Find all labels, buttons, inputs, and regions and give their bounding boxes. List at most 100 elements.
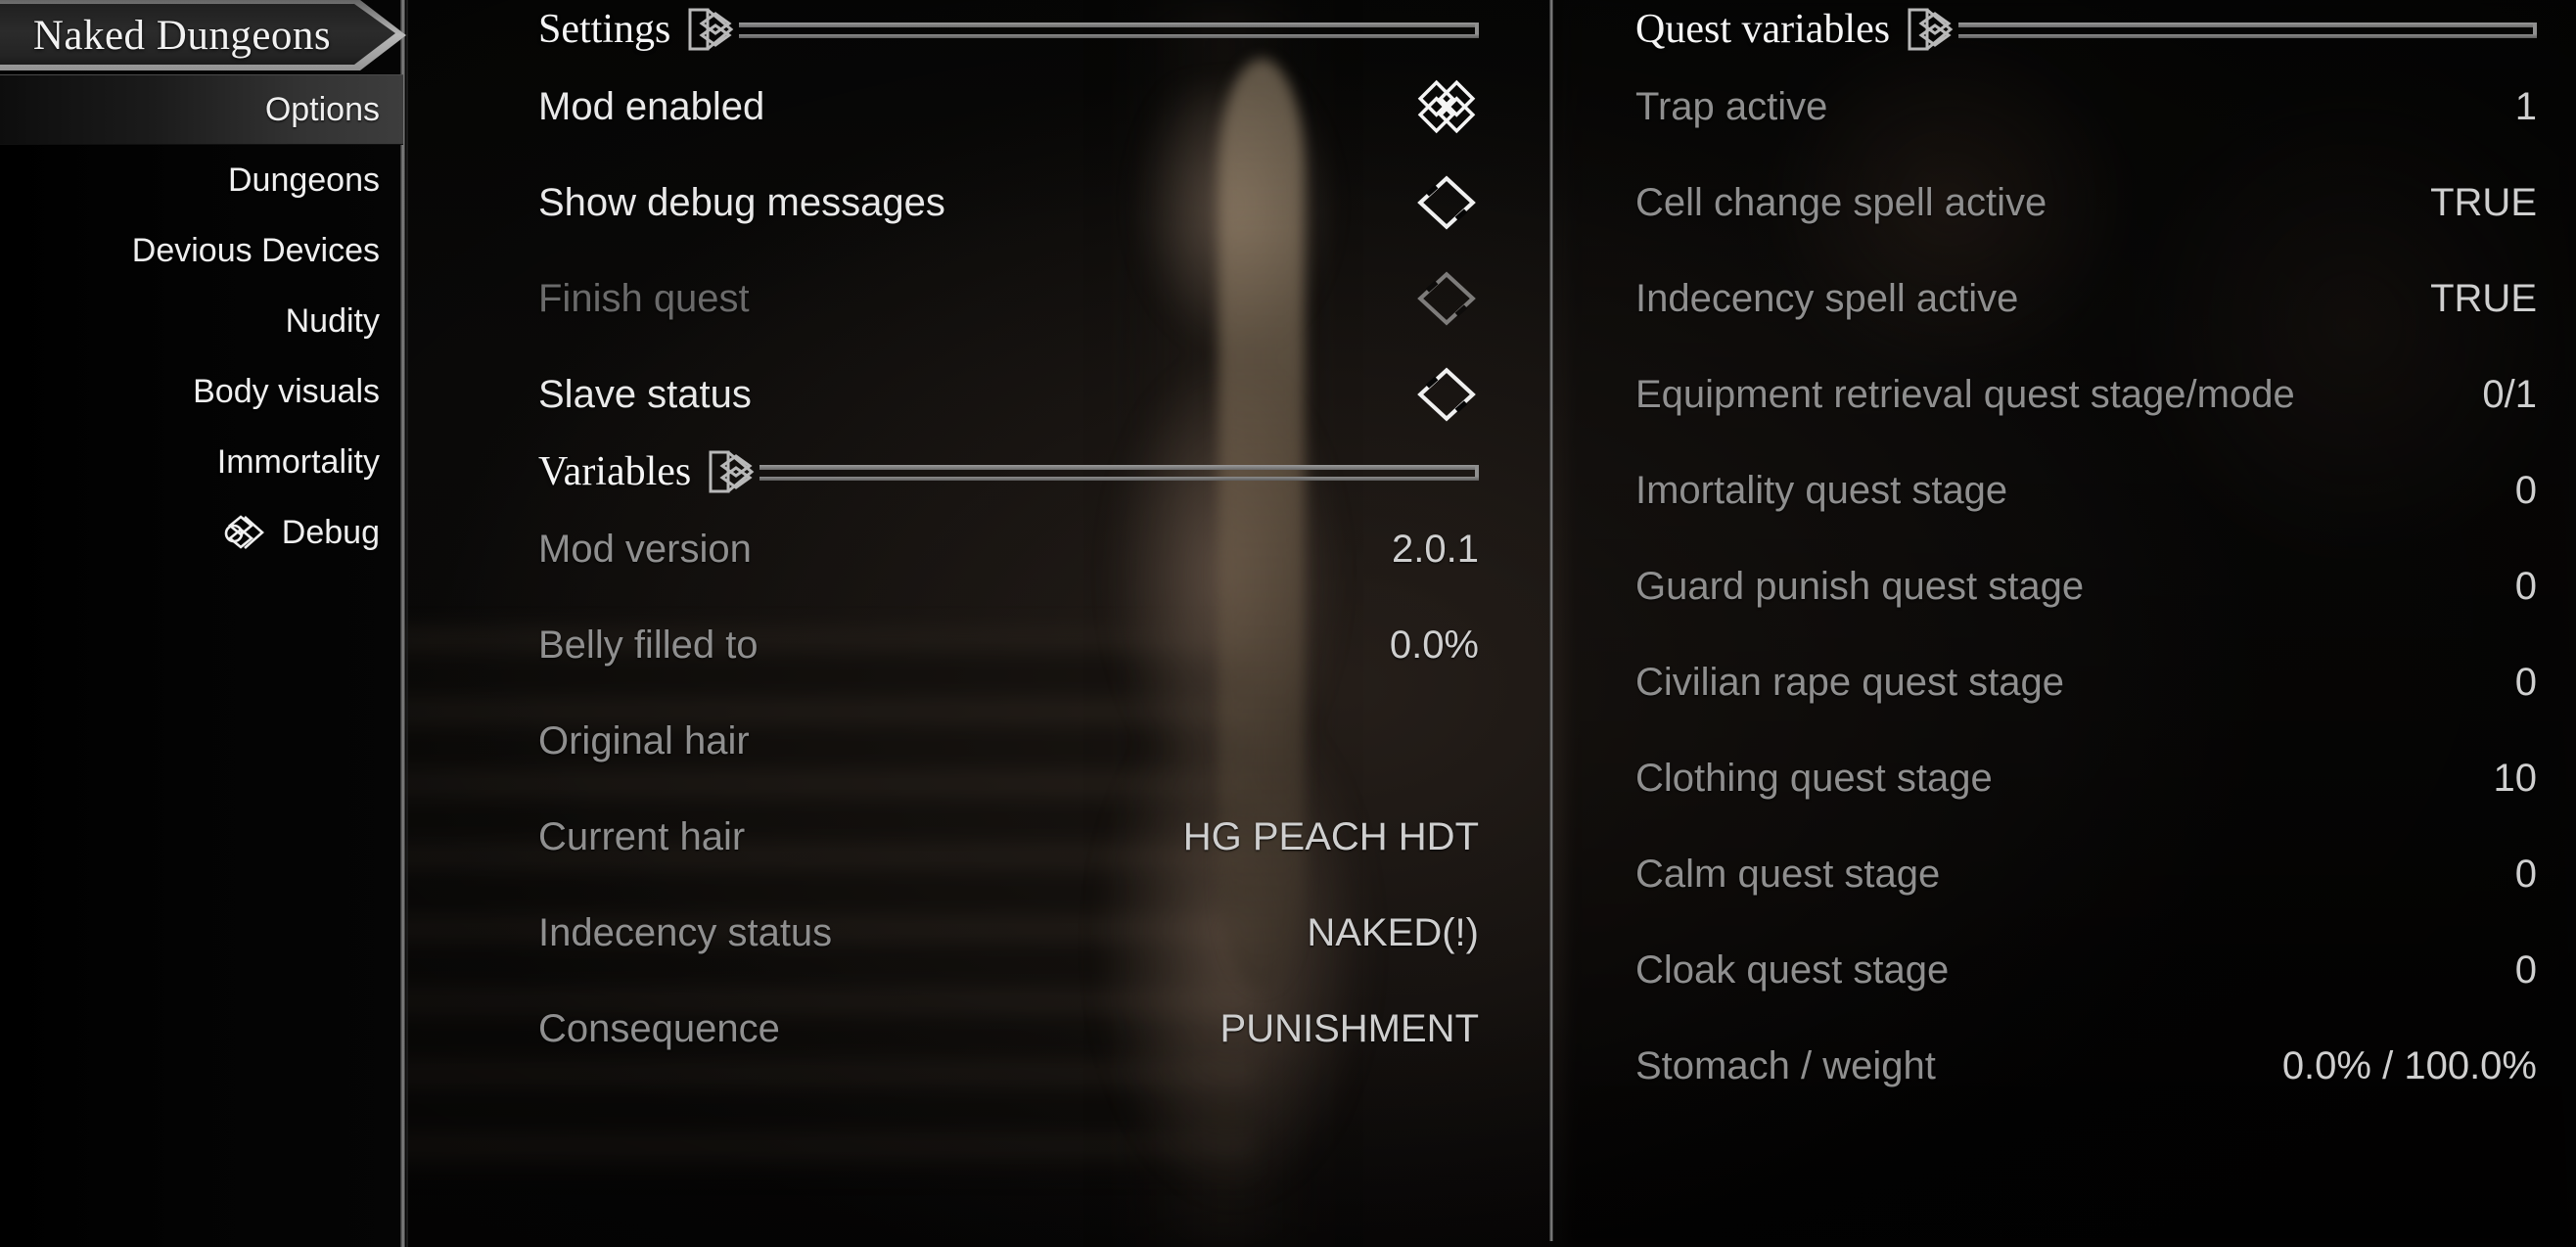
right-column: Quest variables Trap active 1 Cell change s… xyxy=(1555,0,2576,1247)
variable-row: Indecency status NAKED(!) xyxy=(538,885,1479,981)
sidebar-item-label: Dungeons xyxy=(227,161,380,199)
variable-row: Cloak quest stage 0 xyxy=(1635,922,2537,1018)
variable-value: 0.0% / 100.0% xyxy=(2281,1043,2537,1087)
setting-row[interactable]: Show debug messages xyxy=(538,155,1479,251)
sidebar-item-label: Immortality xyxy=(216,442,380,481)
variable-row: Current hair HG PEACH HDT xyxy=(538,789,1479,885)
variable-row: Guard punish quest stage 0 xyxy=(1635,538,2537,634)
section-divider-rule xyxy=(1958,20,2537,39)
variable-label: Consequence xyxy=(538,1006,780,1050)
checkbox-unchecked-icon[interactable] xyxy=(1414,172,1479,233)
variable-row: Stomach / weight 0.0% / 100.0% xyxy=(1635,1018,2537,1114)
variable-value: TRUE xyxy=(2430,276,2537,320)
section-header-quest-variables: Quest variables xyxy=(1635,0,2537,59)
variable-label: Indecency status xyxy=(538,910,833,954)
variable-label: Belly filled to xyxy=(538,623,759,667)
variable-label: Cloak quest stage xyxy=(1635,947,1950,992)
variable-value: 0 xyxy=(2514,564,2537,608)
variable-value: TRUE xyxy=(2430,180,2537,224)
sidebar-item-label: Debug xyxy=(281,513,380,551)
variable-row: Cell change spell active TRUE xyxy=(1635,155,2537,251)
setting-label: Mod enabled xyxy=(538,84,765,128)
variable-label: Guard punish quest stage xyxy=(1635,564,2085,608)
sidebar-item-dungeons[interactable]: Dungeons xyxy=(0,145,403,215)
variable-value: 0 xyxy=(2514,852,2537,896)
setting-row[interactable]: Finish quest xyxy=(538,251,1479,346)
diamond-knot-icon xyxy=(1906,4,1964,55)
current-page-ornament-icon xyxy=(221,512,266,553)
variable-value: 0 xyxy=(2514,947,2537,992)
sidebar: Naked Dungeons Options Dungeons Devious De… xyxy=(0,0,409,1247)
mod-title-banner: Naked Dungeons xyxy=(0,0,406,70)
middle-column: Settings Mod enabled Show debug messages Fi… xyxy=(409,0,1549,1247)
variable-label: Mod version xyxy=(538,527,752,571)
variable-row: Imortality quest stage 0 xyxy=(1635,442,2537,538)
variable-label: Trap active xyxy=(1635,84,1828,128)
variable-label: Original hair xyxy=(538,718,750,762)
section-divider-rule xyxy=(759,462,1479,482)
sidebar-right-border-shadow xyxy=(406,0,408,1247)
variable-row: Consequence PUNISHMENT xyxy=(538,981,1479,1077)
sidebar-item-label: Nudity xyxy=(285,301,380,340)
sidebar-item-label: Body visuals xyxy=(193,372,380,410)
sidebar-item-options[interactable]: Options xyxy=(0,74,403,145)
variable-label: Imortality quest stage xyxy=(1635,468,2008,512)
checkbox-checked-icon[interactable] xyxy=(1414,76,1479,137)
variable-row: Trap active 1 xyxy=(1635,59,2537,155)
variable-value: 0 xyxy=(2514,468,2537,512)
checkbox-unchecked-icon[interactable] xyxy=(1414,268,1479,329)
variable-label: Equipment retrieval quest stage/mode xyxy=(1635,372,2295,416)
page-title: Naked Dungeons xyxy=(32,12,332,59)
sidebar-item-immortality[interactable]: Immortality xyxy=(0,427,403,497)
setting-label: Finish quest xyxy=(538,276,750,320)
variable-row: Original hair xyxy=(538,693,1479,789)
section-header-settings: Settings xyxy=(538,0,1479,59)
variable-value: 0.0% xyxy=(1389,623,1479,667)
sidebar-item-nudity[interactable]: Nudity xyxy=(0,286,403,356)
sidebar-nav: Options Dungeons Devious Devices Nudity Body… xyxy=(0,74,403,568)
variable-value: NAKED(!) xyxy=(1307,910,1479,954)
section-title: Quest variables xyxy=(1635,7,1891,52)
variable-row: Indecency spell active TRUE xyxy=(1635,251,2537,346)
sidebar-item-body-visuals[interactable]: Body visuals xyxy=(0,356,403,427)
setting-label: Show debug messages xyxy=(538,180,945,224)
setting-label: Slave status xyxy=(538,372,752,416)
variable-value: PUNISHMENT xyxy=(1219,1006,1479,1050)
variable-row: Equipment retrieval quest stage/mode 0/1 xyxy=(1635,346,2537,442)
variable-label: Civilian rape quest stage xyxy=(1635,660,2065,704)
variable-label: Cell change spell active xyxy=(1635,180,2047,224)
variable-label: Stomach / weight xyxy=(1635,1043,1936,1087)
setting-row[interactable]: Slave status xyxy=(538,346,1479,442)
variable-row: Calm quest stage 0 xyxy=(1635,826,2537,922)
variable-value: 10 xyxy=(2493,756,2538,800)
column-divider xyxy=(1549,0,1553,1241)
variable-row: Belly filled to 0.0% xyxy=(538,597,1479,693)
sidebar-item-label: Options xyxy=(264,90,380,128)
variable-row: Civilian rape quest stage 0 xyxy=(1635,634,2537,730)
checkbox-unchecked-icon[interactable] xyxy=(1414,364,1479,425)
diamond-knot-icon xyxy=(707,446,765,497)
diamond-knot-icon xyxy=(686,4,745,55)
section-header-variables: Variables xyxy=(538,442,1479,501)
rule-end-cap xyxy=(1475,465,1479,481)
variable-row: Mod version 2.0.1 xyxy=(538,501,1479,597)
rule-end-cap xyxy=(2533,23,2537,38)
variable-label: Clothing quest stage xyxy=(1635,756,1993,800)
variable-value: 1 xyxy=(2514,84,2537,128)
sidebar-item-devious-devices[interactable]: Devious Devices xyxy=(0,215,403,286)
rule-end-cap xyxy=(1475,23,1479,38)
variable-label: Current hair xyxy=(538,814,746,858)
variable-value: 0 xyxy=(2514,660,2537,704)
sidebar-item-debug[interactable]: Debug xyxy=(0,497,403,568)
variable-value: HG PEACH HDT xyxy=(1182,814,1479,858)
section-divider-rule xyxy=(739,20,1479,39)
variable-label: Indecency spell active xyxy=(1635,276,2019,320)
setting-row[interactable]: Mod enabled xyxy=(538,59,1479,155)
variable-label: Calm quest stage xyxy=(1635,852,1941,896)
section-title: Variables xyxy=(538,449,692,494)
section-title: Settings xyxy=(538,7,671,52)
variable-value: 0/1 xyxy=(2482,372,2537,416)
variable-row: Clothing quest stage 10 xyxy=(1635,730,2537,826)
variable-value: 2.0.1 xyxy=(1392,527,1479,571)
sidebar-item-label: Devious Devices xyxy=(131,231,380,269)
